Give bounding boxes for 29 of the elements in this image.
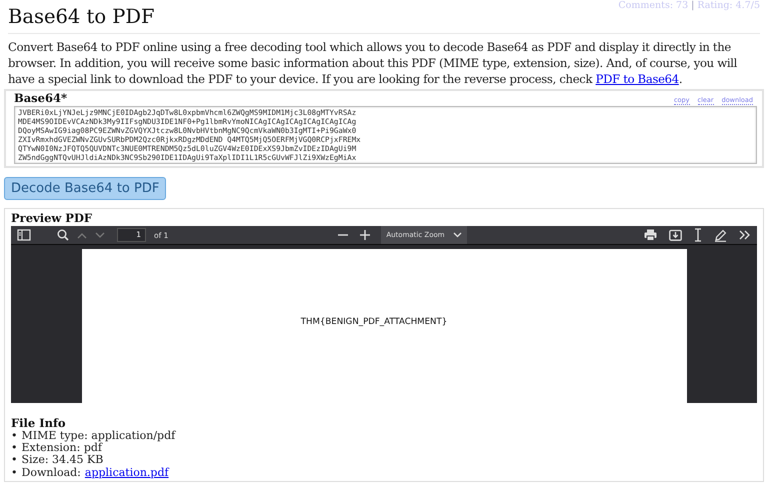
file-link[interactable]: application.pdf (84, 466, 169, 479)
decode-button[interactable]: Decode Base64 to PDF (4, 177, 166, 200)
bullet: • (11, 466, 18, 479)
separator: | (691, 0, 694, 11)
caret-icon (452, 232, 462, 238)
info-text: MIME type: application/pdf (22, 430, 176, 442)
page-title: Base64 to PDF (8, 5, 155, 29)
info-text: Size: 34.45 KB (22, 454, 104, 467)
preview-label: Preview PDF (11, 212, 94, 225)
text-cursor-icon[interactable] (694, 228, 702, 242)
info-label: Download: (22, 466, 81, 479)
info-text: Extension: pdf (22, 442, 102, 454)
reverse-tool-link[interactable]: PDF to Base64 (596, 72, 679, 86)
bullet: • (11, 430, 18, 442)
intro-paragraph: Convert Base64 to PDF online using a free decoding tool which allows you to decode Base64 as PDF and display it directly in the browser. In addition, you will receive some basic information about this PDF (MIME type, extension, size). And, of course, you will have a special link to download the PDF to your device. If you are looking for the reverse process, check PDF to Base64. (8, 39, 738, 87)
chevron-down-icon[interactable] (95, 232, 105, 238)
chevron-up-icon[interactable] (77, 232, 87, 238)
zoom-in-icon[interactable] (359, 229, 372, 241)
section-title: File Info (11, 417, 67, 430)
sidebar-icon[interactable] (17, 229, 31, 241)
more-tools-icon[interactable] (739, 230, 751, 240)
pen-icon[interactable] (714, 228, 727, 242)
print-icon[interactable] (644, 229, 657, 241)
bullet: • (11, 442, 18, 454)
save-icon[interactable] (669, 229, 682, 241)
page-text: THM{BENIGN_PDF_ATTACHMENT} (300, 317, 448, 329)
bullet: • (11, 454, 18, 467)
field-label: Base64* (14, 92, 67, 105)
search-icon[interactable] (57, 229, 69, 241)
